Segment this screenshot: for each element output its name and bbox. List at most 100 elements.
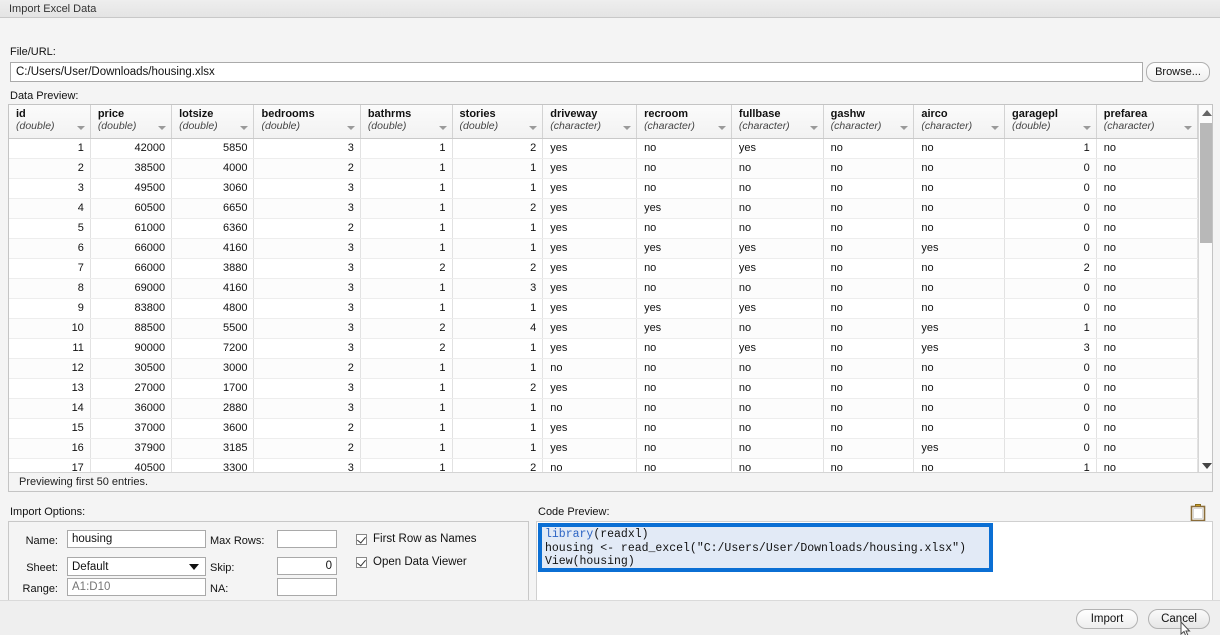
chevron-down-icon[interactable] <box>346 125 355 130</box>
column-header-bedrooms[interactable]: bedrooms (double) <box>253 105 361 139</box>
column-header-price[interactable]: price (double) <box>90 105 173 139</box>
file-url-input[interactable] <box>10 62 1143 82</box>
table-cell: no <box>823 378 915 399</box>
sheet-label: Sheet: <box>26 562 58 574</box>
table-cell: no <box>1096 138 1199 159</box>
table-row[interactable]: 17 40500 3300 3 1 2 no no no no no 1 no <box>9 458 1199 473</box>
table-row[interactable]: 15 37000 3600 2 1 1 yes no no no no 0 no <box>9 418 1199 439</box>
table-cell: 0 <box>1004 298 1097 319</box>
scroll-down-arrow-icon[interactable] <box>1199 458 1212 473</box>
chevron-down-icon[interactable] <box>717 125 726 130</box>
column-header-type: (double) <box>367 120 407 132</box>
table-row[interactable]: 9 83800 4800 3 1 1 yes yes yes no no 0 no <box>9 298 1199 319</box>
import-button[interactable]: Import <box>1076 609 1138 629</box>
column-header-airco[interactable]: airco (character) <box>913 105 1006 139</box>
import-button-label: Import <box>1090 613 1124 625</box>
table-cell: no <box>913 138 1006 159</box>
table-row[interactable]: 12 30500 3000 2 1 1 no no no no no 0 no <box>9 358 1199 379</box>
table-row[interactable]: 10 88500 5500 3 2 4 yes yes no no yes 1 no <box>9 318 1199 339</box>
table-cell: 2 <box>360 258 453 279</box>
table-cell: 4000 <box>171 158 255 179</box>
table-cell: 61000 <box>90 218 173 239</box>
table-cell: 2 <box>253 158 361 179</box>
copy-to-clipboard-icon[interactable] <box>1190 504 1206 521</box>
cancel-button[interactable]: Cancel <box>1148 609 1210 629</box>
table-cell: 4160 <box>171 238 255 259</box>
table-cell: no <box>636 418 732 439</box>
chevron-down-icon[interactable] <box>809 125 818 130</box>
chevron-down-icon[interactable] <box>1082 125 1091 130</box>
column-header-driveway[interactable]: driveway (character) <box>542 105 638 139</box>
browse-button[interactable]: Browse... <box>1146 62 1210 82</box>
sheet-select[interactable]: Default <box>67 557 206 576</box>
table-cell: no <box>636 158 732 179</box>
na-input[interactable] <box>277 578 337 596</box>
table-cell: 4 <box>452 318 544 339</box>
table-cell: no <box>913 178 1006 199</box>
scrollbar-thumb[interactable] <box>1200 123 1212 243</box>
first-row-as-names-label: First Row as Names <box>373 533 477 545</box>
chevron-down-icon[interactable] <box>158 125 167 130</box>
column-header-garagepl[interactable]: garagepl (double) <box>1004 105 1097 139</box>
table-cell: no <box>636 138 732 159</box>
skip-input[interactable] <box>277 557 337 575</box>
table-cell: 3300 <box>171 458 255 473</box>
chevron-down-icon[interactable] <box>991 125 1000 130</box>
column-header-fullbase[interactable]: fullbase (character) <box>731 105 824 139</box>
max-rows-input[interactable] <box>277 530 337 548</box>
table-row[interactable]: 8 69000 4160 3 1 3 yes no no no no 0 no <box>9 278 1199 299</box>
checkbox-checked-icon <box>356 533 367 545</box>
table-cell: 83800 <box>90 298 173 319</box>
column-header-id[interactable]: id (double) <box>9 105 91 139</box>
name-input[interactable] <box>67 530 206 548</box>
range-input[interactable] <box>67 578 206 596</box>
chevron-down-icon[interactable] <box>529 125 538 130</box>
table-row[interactable]: 3 49500 3060 3 1 1 yes no no no no 0 no <box>9 178 1199 199</box>
data-preview-scroll-area[interactable]: id (double) price (double) lotsize (double) be… <box>9 105 1212 473</box>
column-header-recroom[interactable]: recroom (character) <box>636 105 732 139</box>
table-row[interactable]: 5 61000 6360 2 1 1 yes no no no no 0 no <box>9 218 1199 239</box>
chevron-down-icon[interactable] <box>900 125 909 130</box>
table-row[interactable]: 16 37900 3185 2 1 1 yes no no no yes 0 no <box>9 438 1199 459</box>
table-row[interactable]: 13 27000 1700 3 1 2 yes no no no no 0 no <box>9 378 1199 399</box>
vertical-scrollbar[interactable] <box>1198 105 1212 473</box>
column-header-stories[interactable]: stories (double) <box>452 105 544 139</box>
na-label: NA: <box>210 583 229 595</box>
table-cell: no <box>542 398 638 419</box>
table-row[interactable]: 6 66000 4160 3 1 1 yes yes yes no yes 0 no <box>9 238 1199 259</box>
column-header-gashw[interactable]: gashw (character) <box>823 105 915 139</box>
table-cell: 2 <box>253 358 361 379</box>
table-cell: yes <box>542 378 638 399</box>
table-row[interactable]: 14 36000 2880 3 1 1 no no no no no 0 no <box>9 398 1199 419</box>
table-row[interactable]: 2 38500 4000 2 1 1 yes no no no no 0 no <box>9 158 1199 179</box>
checkbox-checked-icon <box>356 556 367 568</box>
table-cell: 27000 <box>90 378 173 399</box>
table-cell: no <box>542 458 638 473</box>
chevron-down-icon[interactable] <box>623 125 632 130</box>
column-header-name: stories <box>459 108 496 120</box>
table-cell: 3 <box>253 298 361 319</box>
table-cell: no <box>542 358 638 379</box>
table-cell: 3 <box>253 178 361 199</box>
table-cell: 0 <box>1004 218 1097 239</box>
table-row[interactable]: 4 60500 6650 3 1 2 yes yes no no no 0 no <box>9 198 1199 219</box>
table-cell: no <box>636 378 732 399</box>
scroll-up-arrow-icon[interactable] <box>1199 105 1212 120</box>
table-row[interactable]: 1 42000 5850 3 1 2 yes no yes no no 1 no <box>9 138 1199 159</box>
browse-button-label: Browse... <box>1155 66 1201 78</box>
chevron-down-icon[interactable] <box>76 125 85 130</box>
chevron-down-icon[interactable] <box>240 125 249 130</box>
table-cell: 8 <box>9 278 91 299</box>
column-header-prefarea[interactable]: prefarea (character) <box>1096 105 1199 139</box>
table-cell: 2 <box>360 338 453 359</box>
column-header-lotsize[interactable]: lotsize (double) <box>171 105 255 139</box>
first-row-as-names-checkbox[interactable]: First Row as Names <box>356 533 477 545</box>
chevron-down-icon[interactable] <box>1184 125 1192 130</box>
table-row[interactable]: 11 90000 7200 3 2 1 yes no yes no yes 3 no <box>9 338 1199 359</box>
table-cell: no <box>1096 438 1199 459</box>
open-data-viewer-checkbox[interactable]: Open Data Viewer <box>356 556 467 568</box>
table-cell: no <box>1096 178 1199 199</box>
chevron-down-icon[interactable] <box>438 125 447 130</box>
table-row[interactable]: 7 66000 3880 3 2 2 yes no yes no no 2 no <box>9 258 1199 279</box>
column-header-bathrms[interactable]: bathrms (double) <box>360 105 453 139</box>
